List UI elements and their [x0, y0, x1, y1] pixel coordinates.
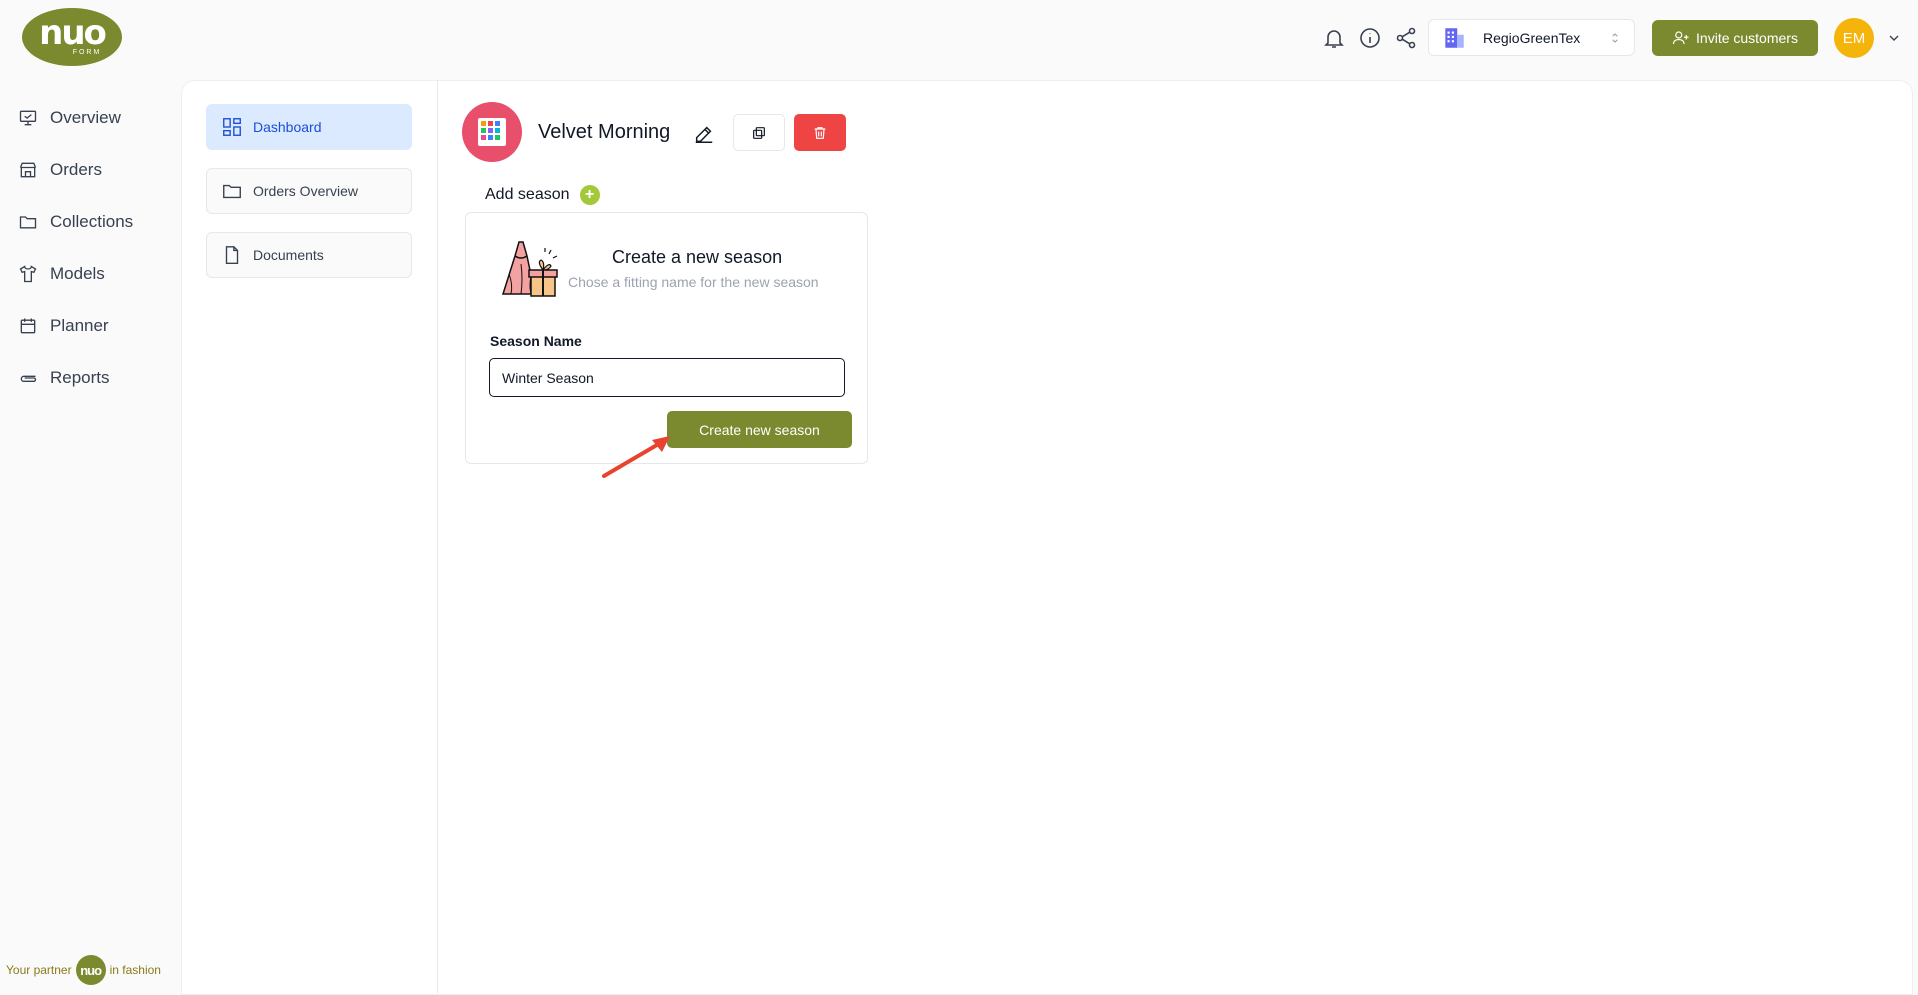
subnav-documents[interactable]: Documents	[206, 232, 412, 278]
dashboard-icon	[223, 118, 241, 136]
subnav-label: Dashboard	[253, 119, 322, 135]
footer-brand: Your partner nuo in fashion	[6, 955, 161, 985]
shirt-icon	[19, 265, 37, 283]
collection-icon	[462, 102, 522, 162]
share-icon	[1396, 27, 1416, 49]
palette-grid-icon	[478, 118, 506, 146]
subnav-label: Orders Overview	[253, 183, 359, 199]
nav-label: Reports	[50, 368, 110, 387]
subnav-label: Documents	[253, 247, 324, 263]
subnav-dashboard[interactable]: Dashboard	[206, 104, 412, 150]
invite-customers-button[interactable]: Invite customers	[1652, 20, 1818, 56]
nav-item-planner[interactable]: Planner	[18, 300, 178, 352]
add-season-label: Add season	[485, 186, 570, 203]
add-season-button[interactable]: +	[579, 185, 600, 205]
invite-label: Invite customers	[1696, 30, 1798, 46]
logo-text: nuo	[39, 13, 107, 53]
nav-label: Planner	[50, 316, 109, 335]
edit-collection-button[interactable]	[693, 123, 715, 150]
pencil-icon	[695, 126, 713, 143]
logo-subtext: FORM	[72, 49, 102, 56]
card-title: Create a new season	[612, 247, 783, 267]
document-icon	[225, 246, 239, 264]
footer-suffix: in fashion	[109, 963, 161, 977]
trash-icon	[814, 126, 826, 139]
info-icon	[1360, 28, 1380, 48]
building-icon	[1445, 27, 1464, 48]
brand-logo[interactable]: nuo FORM	[22, 8, 122, 66]
nav-item-collections[interactable]: Collections	[18, 196, 178, 248]
subnav-orders-overview[interactable]: Orders Overview	[206, 168, 412, 214]
create-new-season-button[interactable]: Create new season	[667, 411, 852, 448]
chevron-down-icon	[1889, 35, 1899, 41]
calendar-icon	[20, 318, 36, 334]
footer-logo: nuo	[75, 955, 106, 985]
nav-label: Orders	[50, 160, 102, 179]
bell-icon	[1324, 30, 1344, 48]
duplicate-collection-button[interactable]	[733, 114, 785, 151]
share-button[interactable]	[1394, 26, 1418, 50]
copy-icon	[753, 126, 765, 139]
folder-icon	[19, 216, 37, 229]
user-avatar[interactable]: EM	[1834, 18, 1874, 58]
user-menu-toggle[interactable]	[1886, 30, 1902, 51]
collection-title: Velvet Morning	[538, 121, 671, 143]
card-subtitle: Chose a fitting name for the new season	[568, 274, 819, 290]
nav-item-reports[interactable]: Reports	[18, 352, 178, 404]
nav-label: Collections	[50, 212, 134, 231]
clip-icon	[20, 375, 37, 382]
chevron-updown-icon	[1612, 32, 1618, 43]
info-button[interactable]	[1358, 26, 1382, 50]
nav-item-models[interactable]: Models	[18, 248, 178, 300]
annotation-arrow	[600, 430, 680, 485]
main-navigation: Overview Orders Collections Models Plann…	[18, 92, 178, 404]
season-name-input[interactable]	[489, 358, 845, 397]
store-icon	[19, 162, 37, 178]
footer-prefix: Your partner	[6, 963, 72, 977]
nav-item-overview[interactable]: Overview	[18, 92, 178, 144]
season-name-label: Season Name	[490, 333, 582, 349]
main-panel	[181, 80, 1913, 995]
delete-collection-button[interactable]	[794, 114, 846, 151]
nav-label: Models	[50, 264, 105, 283]
nav-label: Overview	[50, 108, 121, 127]
monitor-icon	[19, 110, 37, 126]
company-selector[interactable]: RegioGreenTex	[1428, 19, 1635, 56]
company-name: RegioGreenTex	[1483, 29, 1581, 46]
dress-illustration-icon	[491, 234, 561, 309]
folder-icon	[223, 184, 241, 199]
nav-item-orders[interactable]: Orders	[18, 144, 178, 196]
notifications-button[interactable]	[1322, 26, 1346, 50]
panel-divider	[437, 80, 438, 993]
user-plus-icon	[1672, 31, 1689, 45]
add-season: Add season +	[485, 185, 600, 205]
